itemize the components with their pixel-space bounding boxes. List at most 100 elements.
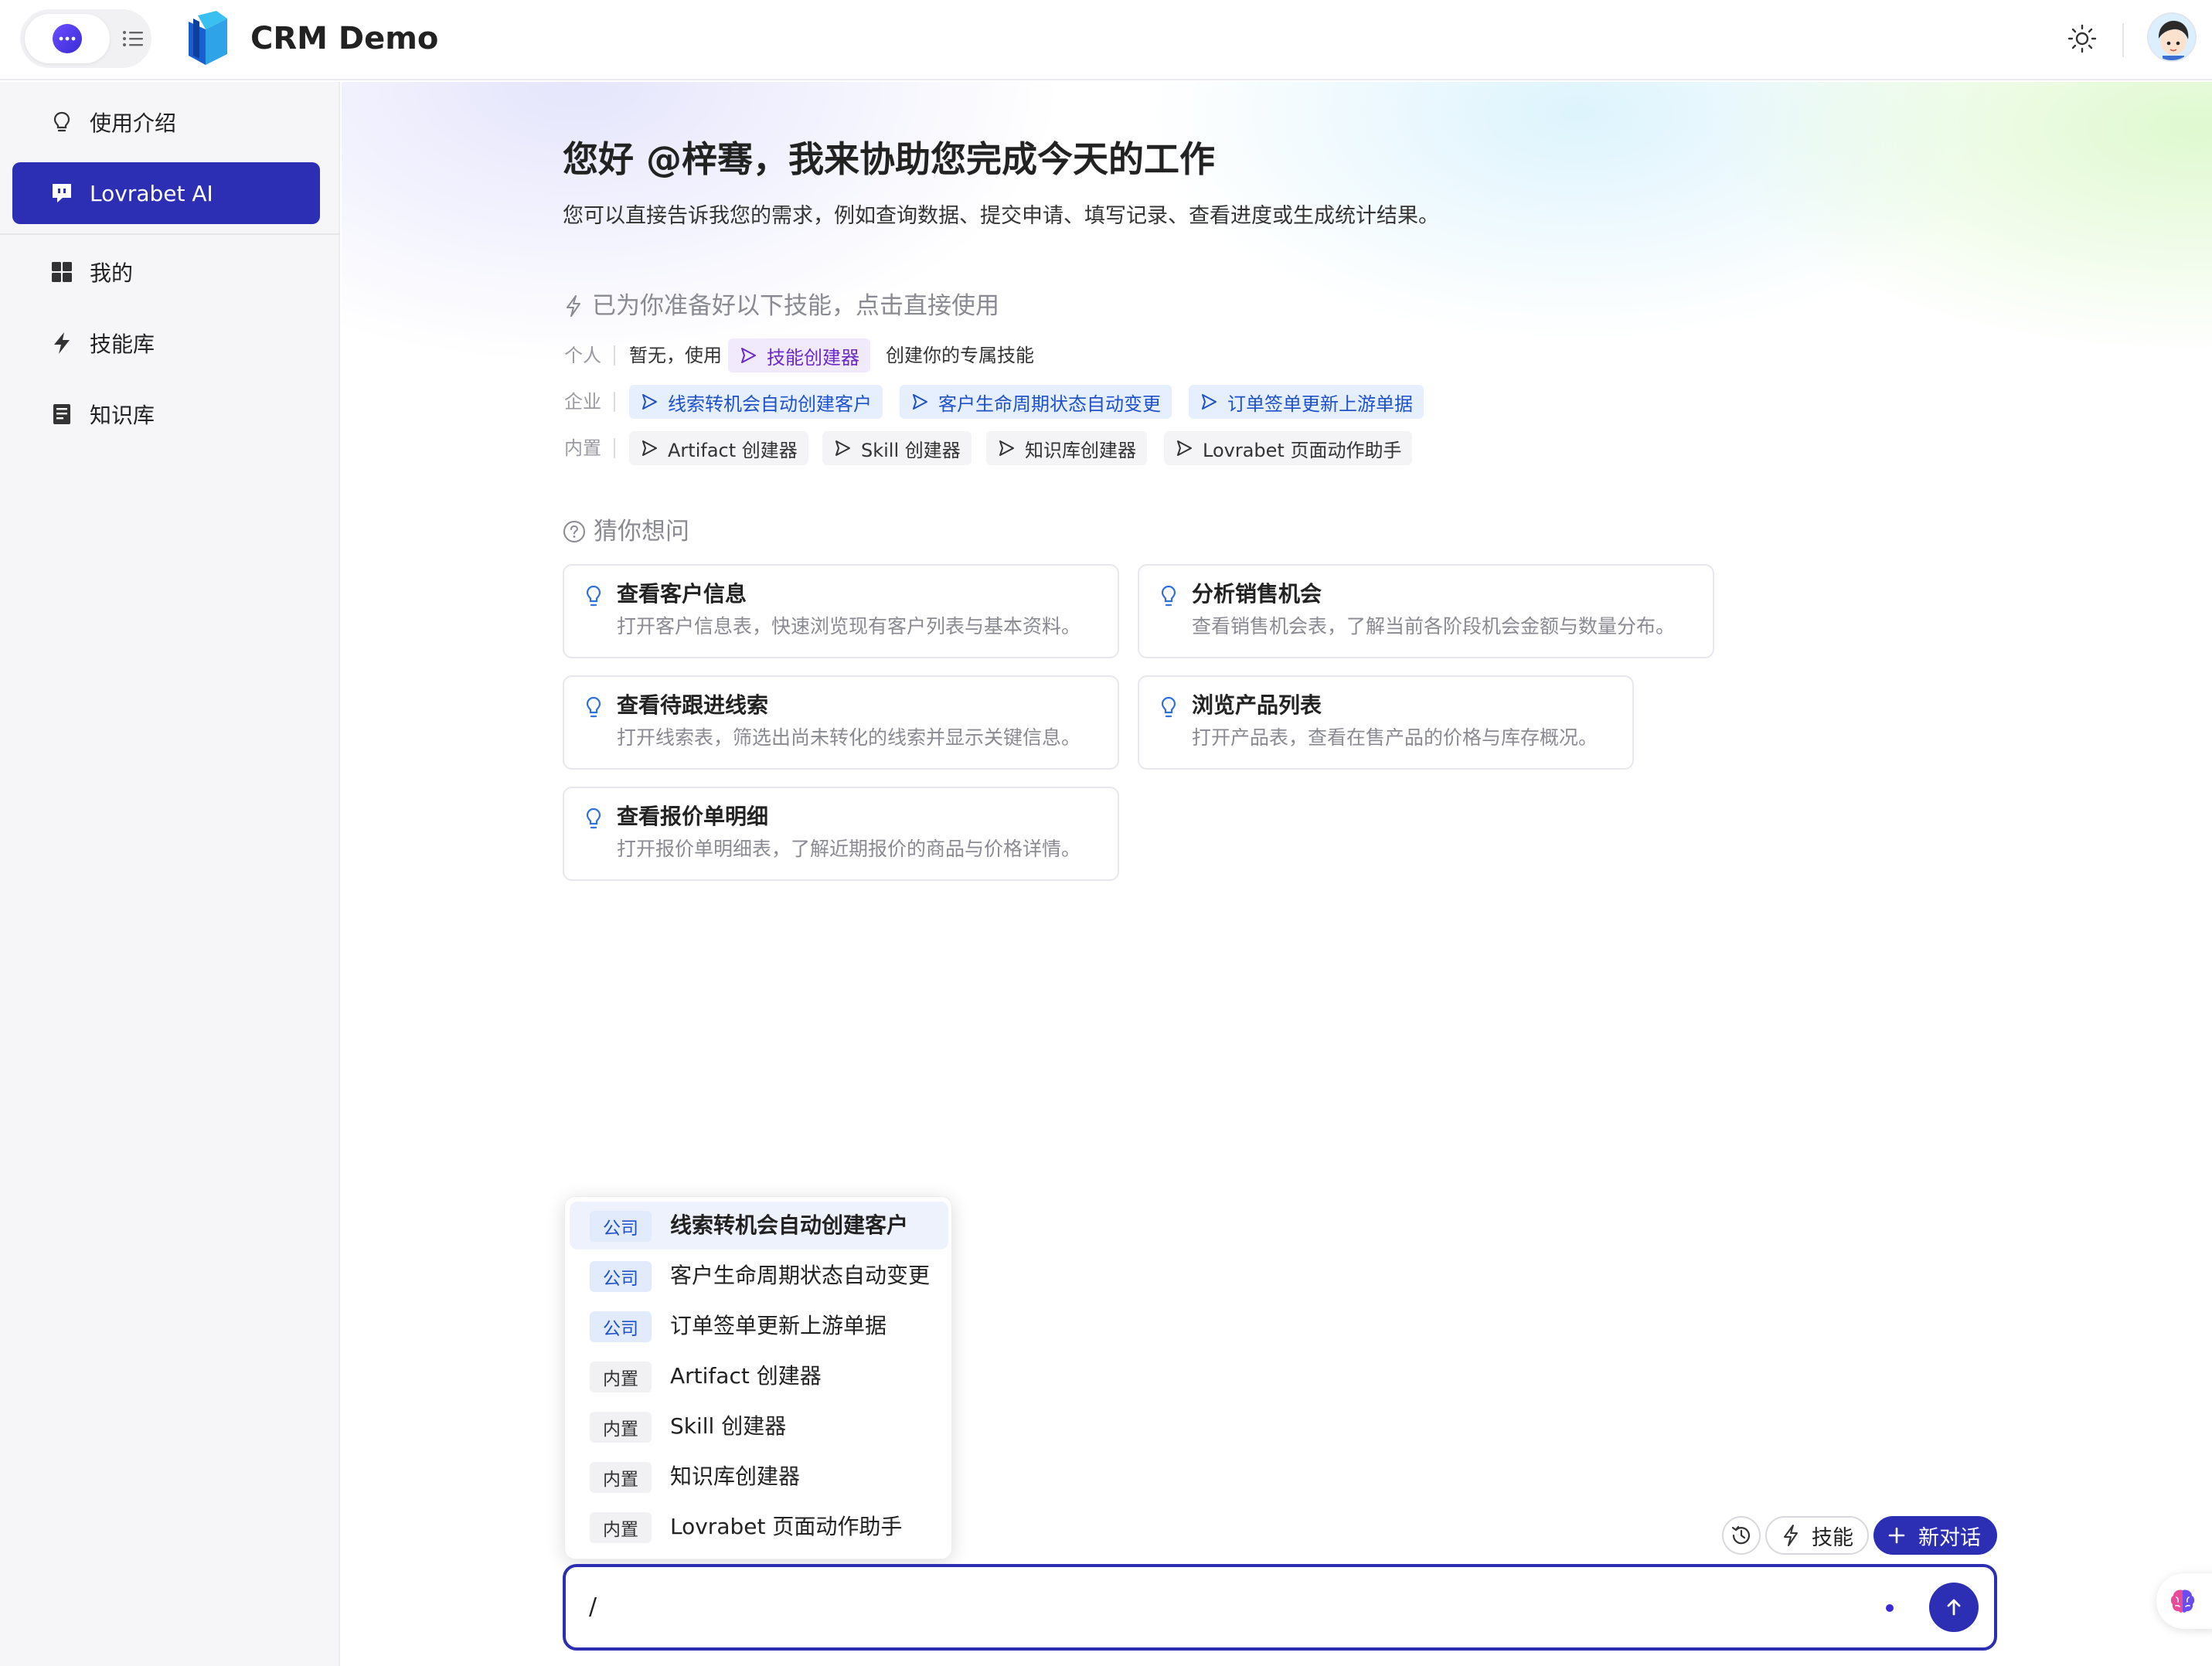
skill-row-label-builtin: 内置 (564, 437, 601, 459)
dropdown-option[interactable]: 内置 Artifact 创建器 (570, 1352, 948, 1400)
skill-chip-enterprise[interactable]: 客户生命周期状态自动变更 (900, 385, 1172, 419)
sidebar-item-mine[interactable]: 我的 (12, 241, 320, 303)
dropdown-option[interactable]: 公司 客户生命周期状态自动变更 (570, 1252, 948, 1300)
skill-button[interactable]: 技能 (1765, 1516, 1869, 1555)
skill-chip-skill-creator[interactable]: 技能创建器 (728, 338, 870, 372)
card-description: 打开报价单明细表，了解近期报价的商品与价格详情。 (617, 838, 1081, 860)
skill-chip-enterprise[interactable]: 订单签单更新上游单据 (1189, 385, 1424, 419)
dropdown-option-tag: 内置 (590, 1362, 652, 1392)
dropdown-option-label: 知识库创建器 (670, 1464, 801, 1489)
theme-toggle-sun-icon[interactable] (2065, 22, 2099, 56)
greeting-subtitle: 您可以直接告诉我您的需求，例如查询数据、提交申请、填写记录、查看进度或生成统计结… (563, 204, 1439, 228)
ai-assistant-float-button[interactable] (2156, 1573, 2212, 1629)
dropdown-option-label: Lovrabet 页面动作助手 (670, 1514, 903, 1539)
list-icon (123, 31, 143, 46)
suggestion-card[interactable]: 分析销售机会 查看销售机会表，了解当前各阶段机会金额与数量分布。 (1138, 564, 1714, 658)
skill-chip-label: Artifact 创建器 (668, 439, 798, 461)
skill-row-label-personal: 个人 (564, 345, 601, 366)
history-icon (1731, 1525, 1751, 1545)
dropdown-option[interactable]: 公司 线索转机会自动创建客户 (570, 1202, 948, 1250)
card-description: 打开客户信息表，快速浏览现有客户列表与基本资料。 (617, 615, 1081, 638)
sidebar-item-label: 技能库 (90, 332, 155, 357)
dropdown-option-tag: 公司 (590, 1211, 652, 1242)
chat-bot-icon (53, 184, 71, 202)
suggestion-card[interactable]: 查看客户信息 打开客户信息表，快速浏览现有客户列表与基本资料。 (563, 564, 1119, 658)
suggestion-card[interactable]: 浏览产品列表 打开产品表，查看在售产品的价格与库存概况。 (1138, 675, 1634, 770)
skill-chip-label: Skill 创建器 (861, 439, 961, 461)
skill-command-dropdown: 公司 线索转机会自动创建客户 公司 客户生命周期状态自动变更 公司 订单签单更新… (564, 1196, 952, 1559)
divider (614, 438, 615, 458)
skill-chip-builtin[interactable]: 知识库创建器 (986, 431, 1147, 465)
divider (0, 233, 340, 235)
skill-row-label-enterprise: 企业 (564, 391, 601, 413)
brain-icon (2170, 1590, 2195, 1613)
skill-chip-label: 订单签单更新上游单据 (1227, 393, 1413, 415)
suggest-heading-text: 猜你想问 (594, 518, 689, 546)
status-dot (1886, 1604, 1894, 1612)
skill-chip-enterprise[interactable]: 线索转机会自动创建客户 (629, 385, 883, 419)
skills-heading: 已为你准备好以下技能，点击直接使用 (563, 291, 999, 321)
dropdown-option[interactable]: 公司 订单签单更新上游单据 (570, 1302, 948, 1350)
lightbulb-icon (586, 808, 601, 829)
skill-chip-builtin[interactable]: Lovrabet 页面动作助手 (1164, 431, 1413, 465)
dropdown-option[interactable]: 内置 Lovrabet 页面动作助手 (570, 1503, 948, 1551)
skill-chip-label: 技能创建器 (767, 346, 859, 369)
sidebar-item-label: 使用介绍 (90, 110, 177, 136)
notebook-icon (53, 404, 70, 424)
dropdown-option-label: 订单签单更新上游单据 (670, 1313, 887, 1338)
divider (2122, 23, 2124, 57)
card-title: 查看客户信息 (617, 581, 747, 607)
skills-heading-text: 已为你准备好以下技能，点击直接使用 (592, 292, 999, 320)
send-arrow-icon (741, 348, 756, 363)
divider (614, 345, 615, 366)
chat-input-value: / (589, 1593, 597, 1620)
chat-input[interactable]: / (563, 1564, 1997, 1651)
card-description: 打开产品表，查看在售产品的价格与库存概况。 (1192, 726, 1598, 749)
sidebar-item-intro[interactable]: 使用介绍 (12, 91, 320, 153)
personal-suffix-text: 创建你的专属技能 (886, 345, 1034, 366)
suggestion-card[interactable]: 查看待跟进线索 打开线索表，筛选出尚未转化的线索并显示关键信息。 (563, 675, 1119, 770)
dropdown-option-tag: 内置 (590, 1412, 652, 1443)
sidebar-item-label: 我的 (90, 260, 134, 286)
suggestion-card[interactable]: 查看报价单明细 打开报价单明细表，了解近期报价的商品与价格详情。 (563, 787, 1119, 881)
lightning-outline-icon (567, 295, 580, 317)
new-chat-button[interactable]: 新对话 (1873, 1516, 1997, 1555)
send-arrow-icon (642, 440, 657, 456)
app-title: CRM Demo (250, 21, 439, 56)
lightbulb-icon (1161, 696, 1176, 718)
send-arrow-icon (999, 440, 1014, 456)
card-title: 查看报价单明细 (617, 804, 769, 829)
sidebar-item-skills[interactable]: 技能库 (12, 312, 320, 374)
send-button[interactable] (1929, 1583, 1979, 1632)
sidebar-item-label: 知识库 (90, 403, 155, 428)
sidebar-item-lovrabet-ai[interactable]: Lovrabet AI (12, 162, 320, 224)
top-bar: CRM Demo (0, 0, 2212, 80)
dropdown-option[interactable]: 内置 知识库创建器 (570, 1453, 948, 1501)
send-arrow-icon (835, 440, 850, 456)
card-title: 分析销售机会 (1192, 581, 1322, 607)
skill-chip-label: Lovrabet 页面动作助手 (1203, 439, 1402, 461)
card-title: 浏览产品列表 (1192, 692, 1322, 718)
skill-chip-builtin[interactable]: Skill 创建器 (822, 431, 972, 465)
chat-bubble-icon (53, 24, 82, 53)
dropdown-option[interactable]: 内置 Skill 创建器 (570, 1402, 948, 1450)
skill-chip-builtin[interactable]: Artifact 创建器 (629, 431, 808, 465)
history-button[interactable] (1722, 1516, 1761, 1555)
view-toggle (20, 9, 151, 68)
dropdown-option-label: Artifact 创建器 (670, 1363, 822, 1389)
send-arrow-icon (642, 394, 657, 410)
lightbulb-icon (586, 696, 601, 718)
lightbulb-icon (586, 585, 601, 607)
skill-button-label: 技能 (1812, 1525, 1853, 1550)
divider (614, 392, 615, 412)
suggest-heading: 猜你想问 (563, 516, 689, 547)
sidebar-item-knowledge[interactable]: 知识库 (12, 383, 320, 445)
new-chat-label: 新对话 (1918, 1525, 1981, 1550)
lightbulb-icon (1161, 585, 1176, 607)
chat-view-button[interactable] (25, 14, 110, 63)
list-view-button[interactable] (117, 23, 148, 54)
sidebar: 使用介绍 Lovrabet AI 我的 技能库 知识库 (0, 82, 340, 1666)
personal-prefix-text: 暂无，使用 (629, 345, 722, 366)
plus-icon (1888, 1527, 1905, 1544)
user-avatar[interactable] (2147, 12, 2197, 62)
